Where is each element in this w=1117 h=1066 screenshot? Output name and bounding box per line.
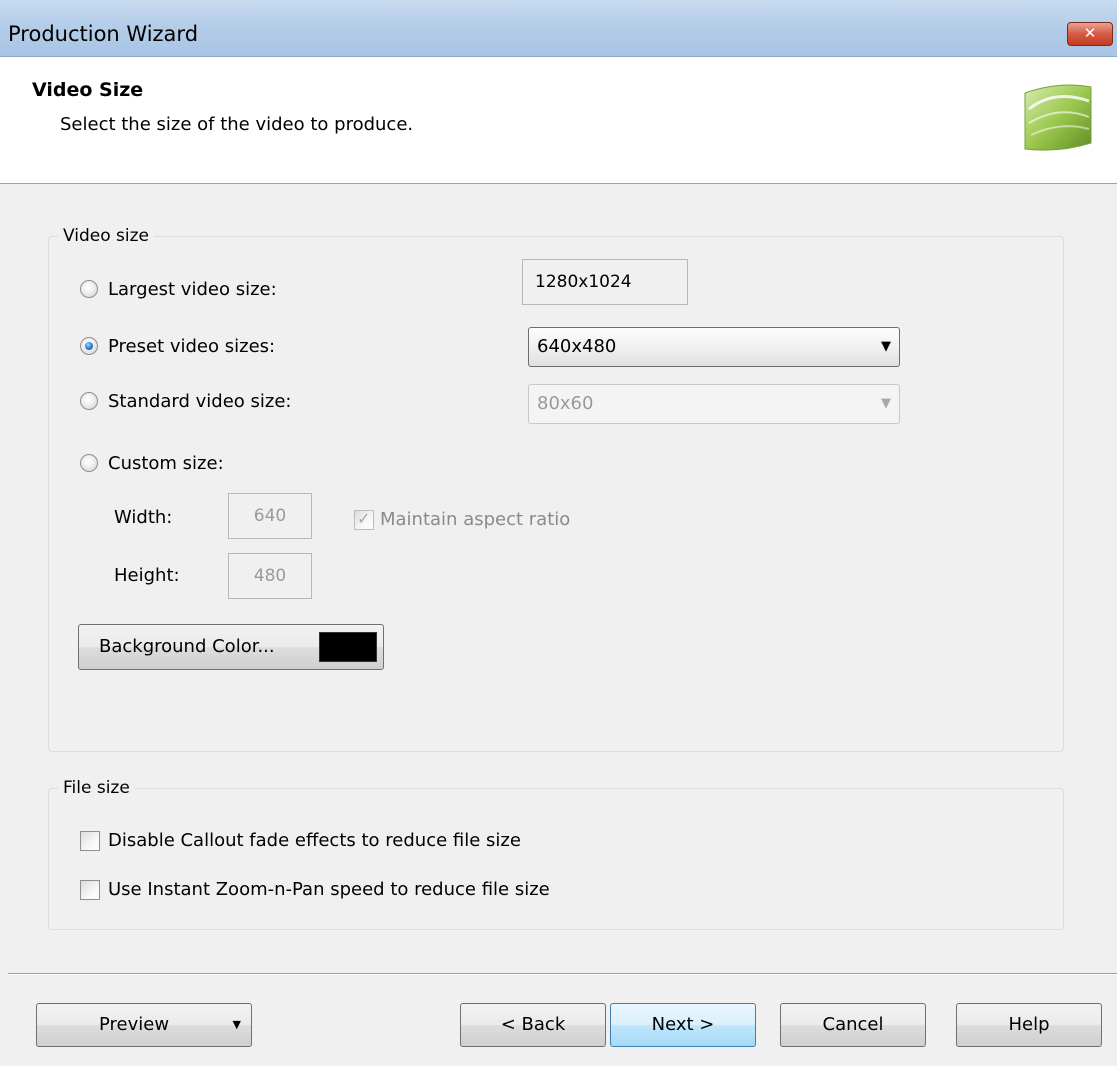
preset-video-sizes-select[interactable]: 640x480 ▼ bbox=[528, 327, 900, 367]
preset-video-sizes-value: 640x480 bbox=[537, 336, 617, 357]
preset-video-sizes-radio[interactable] bbox=[80, 337, 98, 355]
background-color-label: Background Color... bbox=[99, 636, 275, 657]
width-label: Width: bbox=[114, 507, 173, 528]
close-button[interactable]: ✕ bbox=[1067, 22, 1113, 46]
next-button[interactable]: Next > bbox=[610, 1003, 756, 1047]
instant-zoom-n-pan-checkbox[interactable] bbox=[80, 880, 100, 900]
standard-video-size-value: 80x60 bbox=[537, 393, 594, 414]
help-button[interactable]: Help bbox=[956, 1003, 1102, 1047]
width-value: 640 bbox=[253, 506, 287, 526]
maintain-aspect-ratio-label[interactable]: Maintain aspect ratio bbox=[380, 509, 570, 530]
height-field[interactable]: 480 bbox=[228, 553, 312, 599]
preview-button[interactable]: Preview ▼ bbox=[36, 1003, 252, 1047]
disable-callout-fade-label[interactable]: Disable Callout fade effects to reduce f… bbox=[108, 830, 521, 851]
dropdown-arrow-icon: ▼ bbox=[232, 1018, 241, 1031]
chevron-down-icon: ▼ bbox=[881, 396, 891, 411]
largest-video-size-label[interactable]: Largest video size: bbox=[108, 279, 277, 300]
file-size-group-label: File size bbox=[58, 778, 135, 798]
video-size-group bbox=[48, 236, 1064, 752]
checkmark-icon: ✓ bbox=[357, 509, 371, 528]
window-title: Production Wizard bbox=[8, 22, 199, 46]
file-size-group bbox=[48, 788, 1064, 930]
instant-zoom-n-pan-label[interactable]: Use Instant Zoom-n-Pan speed to reduce f… bbox=[108, 879, 550, 900]
width-field[interactable]: 640 bbox=[228, 493, 312, 539]
disable-callout-fade-checkbox[interactable] bbox=[80, 831, 100, 851]
standard-video-size-select[interactable]: 80x60 ▼ bbox=[528, 384, 900, 424]
standard-video-size-label[interactable]: Standard video size: bbox=[108, 391, 291, 412]
preview-label: Preview bbox=[99, 1014, 170, 1035]
background-color-button[interactable]: Background Color... bbox=[78, 624, 384, 670]
title-bar: Production Wizard ✕ bbox=[0, 0, 1117, 57]
back-button[interactable]: < Back bbox=[460, 1003, 606, 1047]
maintain-aspect-ratio-checkbox[interactable]: ✓ bbox=[354, 509, 374, 530]
height-label: Height: bbox=[114, 565, 180, 586]
background-color-swatch bbox=[319, 632, 377, 662]
wizard-header: Video Size Select the size of the video … bbox=[0, 57, 1117, 184]
video-size-group-label: Video size bbox=[58, 226, 154, 246]
page-title: Video Size bbox=[32, 79, 144, 101]
custom-size-label[interactable]: Custom size: bbox=[108, 453, 224, 474]
production-wizard-window: Production Wizard ✕ Video Size Select th… bbox=[0, 0, 1117, 1066]
chevron-down-icon: ▼ bbox=[881, 339, 891, 354]
footer-separator bbox=[8, 973, 1117, 975]
cancel-button[interactable]: Cancel bbox=[780, 1003, 926, 1047]
largest-video-size-radio[interactable] bbox=[80, 280, 98, 298]
help-label: Help bbox=[1008, 1014, 1050, 1035]
cancel-label: Cancel bbox=[822, 1014, 884, 1035]
page-subtitle: Select the size of the video to produce. bbox=[60, 114, 414, 135]
preset-video-sizes-label[interactable]: Preset video sizes: bbox=[108, 336, 275, 357]
close-icon: ✕ bbox=[1083, 24, 1097, 42]
next-label: Next > bbox=[651, 1014, 715, 1035]
largest-video-size-text: 1280x1024 bbox=[535, 272, 632, 292]
largest-video-size-value: 1280x1024 bbox=[522, 259, 688, 305]
custom-size-radio[interactable] bbox=[80, 454, 98, 472]
back-label: < Back bbox=[500, 1014, 566, 1035]
height-value: 480 bbox=[253, 566, 287, 586]
wizard-page-icon bbox=[1024, 84, 1092, 151]
standard-video-size-radio[interactable] bbox=[80, 392, 98, 410]
